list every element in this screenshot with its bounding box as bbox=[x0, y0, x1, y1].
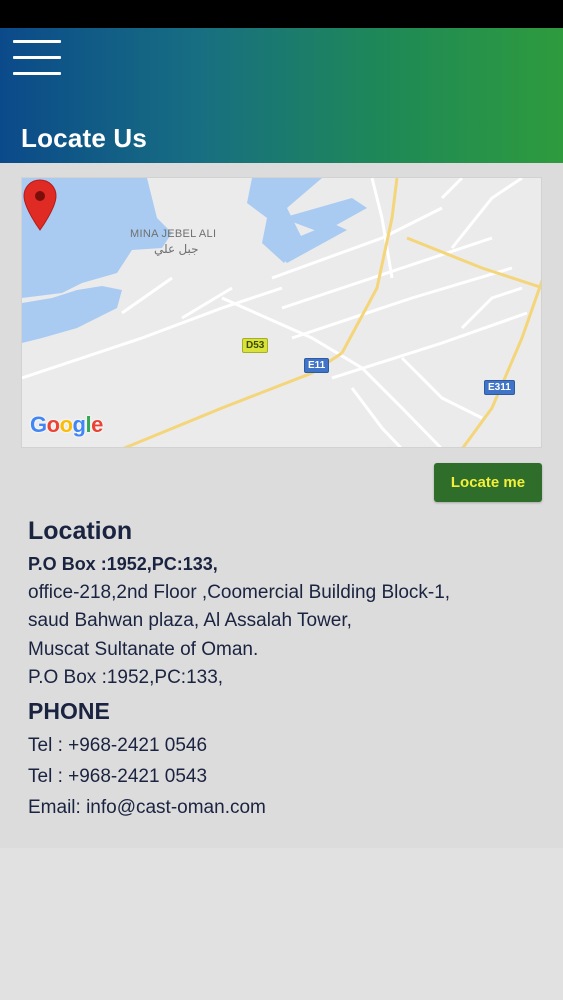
locate-me-button[interactable]: Locate me bbox=[434, 463, 542, 502]
address-line-2: saud Bahwan plaza, Al Assalah Tower, bbox=[28, 610, 352, 631]
phone-line-1[interactable]: Tel : +968-2421 0546 bbox=[28, 735, 207, 757]
map-place-label: MINA JEBEL ALI bbox=[130, 228, 217, 240]
po-box-bold: P.O Box :1952,PC:133, bbox=[28, 554, 218, 574]
map-pin-icon[interactable] bbox=[22, 178, 58, 232]
road-shield-d53: D53 bbox=[242, 338, 269, 353]
address-line-1: office-218,2nd Floor ,Coomercial Buildin… bbox=[28, 582, 451, 603]
app-header: Locate Us bbox=[0, 28, 563, 163]
google-logo: Google bbox=[30, 412, 103, 437]
phone-title: PHONE bbox=[28, 698, 110, 724]
map-view[interactable]: MINA JEBEL ALI جبل علي D53 E11 E311 Goog… bbox=[21, 177, 542, 448]
phone-line-2[interactable]: Tel : +968-2421 0543 bbox=[28, 766, 207, 788]
status-bar bbox=[0, 0, 563, 28]
map-place-label-arabic: جبل علي bbox=[154, 242, 199, 256]
address-line-3: Muscat Sultanate of Oman. bbox=[28, 639, 259, 660]
hamburger-icon[interactable] bbox=[13, 40, 63, 78]
road-shield-e11: E11 bbox=[304, 358, 330, 373]
road-shield-e311: E311 bbox=[484, 380, 515, 395]
bottom-fill bbox=[0, 848, 563, 1000]
address-line-4: P.O Box :1952,PC:133, bbox=[28, 667, 224, 688]
map-roads bbox=[22, 178, 541, 447]
email-line[interactable]: Email: info@cast-oman.com bbox=[28, 797, 266, 819]
page-title: Locate Us bbox=[21, 123, 148, 153]
location-title: Location bbox=[28, 517, 133, 545]
